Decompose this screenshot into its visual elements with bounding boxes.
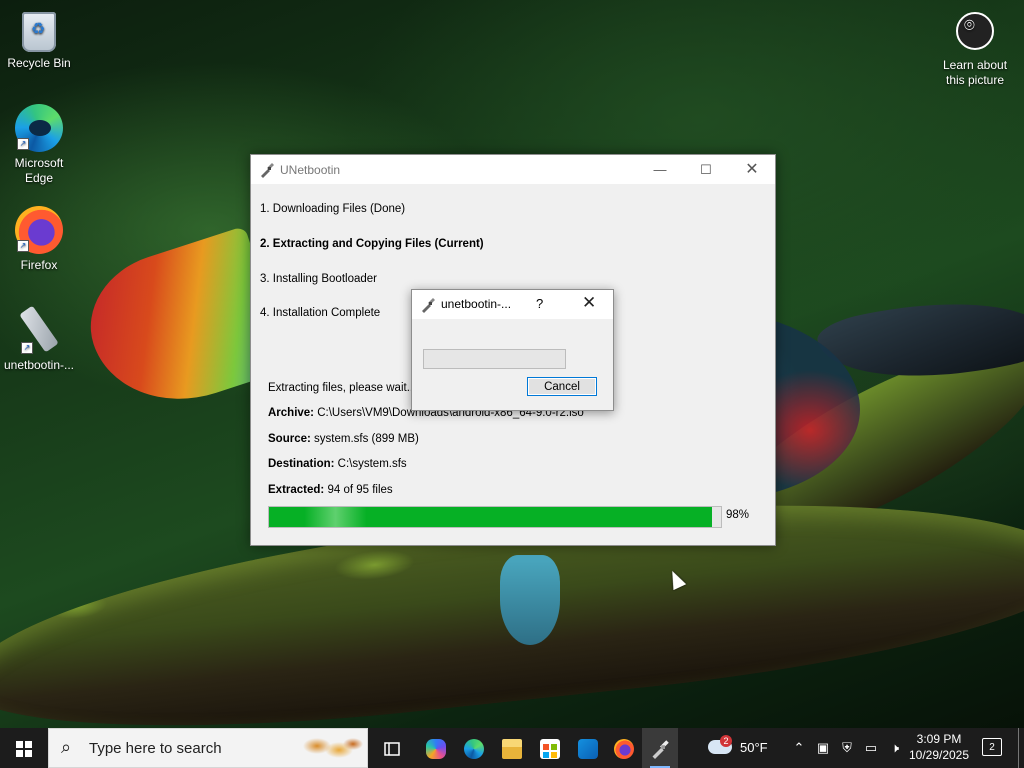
show-desktop-button[interactable] (1018, 728, 1019, 768)
progress-fill (269, 507, 712, 527)
shortcut-arrow-icon: ↗ (17, 240, 29, 252)
close-button[interactable]: ✕ (729, 155, 775, 184)
task-view-icon (384, 742, 400, 756)
source-label: Source: (268, 433, 311, 445)
desktop-icon-recycle-bin[interactable]: ♻ Recycle Bin (0, 6, 78, 71)
destination-label: Destination: (268, 458, 335, 470)
edge-icon: ↗ (15, 104, 63, 152)
taskbar-edge-button[interactable] (456, 728, 492, 768)
shortcut-arrow-icon: ↗ (17, 138, 29, 150)
desktop-icon-learn-about-picture[interactable]: ⌾ Learn about this picture (936, 12, 1014, 88)
store-icon (540, 739, 560, 760)
unetbootin-icon (652, 740, 669, 760)
minimize-button[interactable]: — (637, 155, 683, 184)
wallpaper-toucan-foot (500, 555, 560, 645)
desktop-icon-edge[interactable]: ↗ Microsoft Edge (0, 104, 78, 186)
unetbootin-icon (422, 298, 435, 313)
file-explorer-icon (502, 739, 522, 760)
destination-line: Destination: C:\system.sfs (268, 458, 407, 470)
status-text: Extracting files, please wait... (268, 382, 417, 394)
copilot-icon (426, 739, 446, 760)
clock[interactable]: 3:09 PM 10/29/2025 (906, 731, 972, 763)
show-hidden-icons-chevron-icon[interactable]: ⌃ (788, 728, 810, 768)
dialog-close-button[interactable]: ✕ (582, 293, 596, 313)
desktop-icon-label: Learn about this picture (942, 58, 1008, 87)
security-icon[interactable]: ⛨ (836, 728, 858, 768)
progress-percent: 98% (726, 509, 750, 521)
unetbootin-icon (261, 163, 274, 178)
learn-about-icon: ⌾ (956, 12, 994, 50)
search-highlight-leaves-icon (297, 734, 363, 764)
weather-badge: 2 (720, 735, 732, 747)
volume-muted-icon[interactable]: 🕨 (884, 728, 906, 768)
cancel-button[interactable]: Cancel (527, 377, 597, 396)
source-line: Source: system.sfs (899 MB) (268, 433, 419, 445)
maximize-button[interactable]: ☐ (683, 155, 729, 184)
dialog-title: unetbootin-... (441, 297, 512, 311)
firefox-icon: ↗ (15, 206, 63, 254)
taskbar-firefox-button[interactable] (606, 728, 642, 768)
desktop-icon-firefox[interactable]: ↗ Firefox (0, 206, 78, 273)
window-title: UNetbootin (280, 163, 341, 177)
step-downloading: 1. Downloading Files (Done) (260, 203, 406, 215)
step-installation-complete: 4. Installation Complete (260, 307, 381, 319)
desktop-icon-label: unetbootin-... (3, 358, 75, 372)
file-explorer-button[interactable] (494, 728, 530, 768)
search-box[interactable]: ⌕ Type here to search (48, 728, 368, 768)
dialog-progress-bar (423, 349, 566, 369)
unetbootin-dialog: unetbootin-... ? ✕ Cancel (411, 289, 614, 411)
weather-temperature: 50°F (740, 740, 768, 755)
window-titlebar[interactable]: UNetbootin — ☐ ✕ (251, 155, 775, 184)
firefox-icon (614, 739, 634, 760)
edge-icon (464, 739, 484, 760)
desktop-icon-label: Microsoft Edge (14, 156, 64, 185)
store-button[interactable] (532, 728, 568, 768)
desktop-icon-label: Firefox (20, 258, 58, 272)
archive-label: Archive: (268, 407, 315, 419)
outlook-icon (578, 739, 598, 760)
extracted-label: Extracted: (268, 484, 325, 496)
taskbar-unetbootin-button[interactable] (642, 728, 678, 768)
notifications-button[interactable]: 2 (982, 738, 1002, 756)
step-extracting: 2. Extracting and Copying Files (Current… (260, 238, 484, 250)
network-icon[interactable]: ▭ (860, 728, 882, 768)
dialog-titlebar[interactable]: unetbootin-... ? ✕ (412, 290, 613, 319)
outlook-button[interactable] (570, 728, 606, 768)
desktop-icon-unetbootin[interactable]: ↗ unetbootin-... (0, 305, 78, 373)
task-view-button[interactable] (374, 728, 410, 768)
destination-value: C:\system.sfs (337, 458, 407, 470)
windows-logo-icon (16, 741, 32, 757)
help-button[interactable]: ? (536, 296, 543, 311)
unetbootin-icon: ↗ (15, 305, 63, 354)
source-value: system.sfs (899 MB) (314, 433, 419, 445)
recycle-bin-icon: ♻ (22, 12, 56, 52)
search-icon: ⌕ (61, 737, 72, 757)
copilot-button[interactable] (418, 728, 454, 768)
start-button[interactable] (0, 728, 48, 768)
search-placeholder: Type here to search (89, 740, 222, 757)
meet-now-icon[interactable]: ▣ (812, 728, 834, 768)
extracted-line: Extracted: 94 of 95 files (268, 484, 393, 496)
clock-time: 3:09 PM (916, 732, 962, 746)
extraction-progress-bar (268, 506, 722, 528)
clock-date: 10/29/2025 (908, 748, 970, 762)
taskbar: ⌕ Type here to search 2 50°F ⌃ ▣ ⛨ ▭ 🕨 3… (0, 728, 1024, 768)
desktop-icon-label: Recycle Bin (7, 56, 71, 70)
shortcut-arrow-icon: ↗ (21, 342, 33, 354)
extracted-value: 94 of 95 files (327, 484, 393, 496)
step-installing-bootloader: 3. Installing Bootloader (260, 273, 377, 285)
